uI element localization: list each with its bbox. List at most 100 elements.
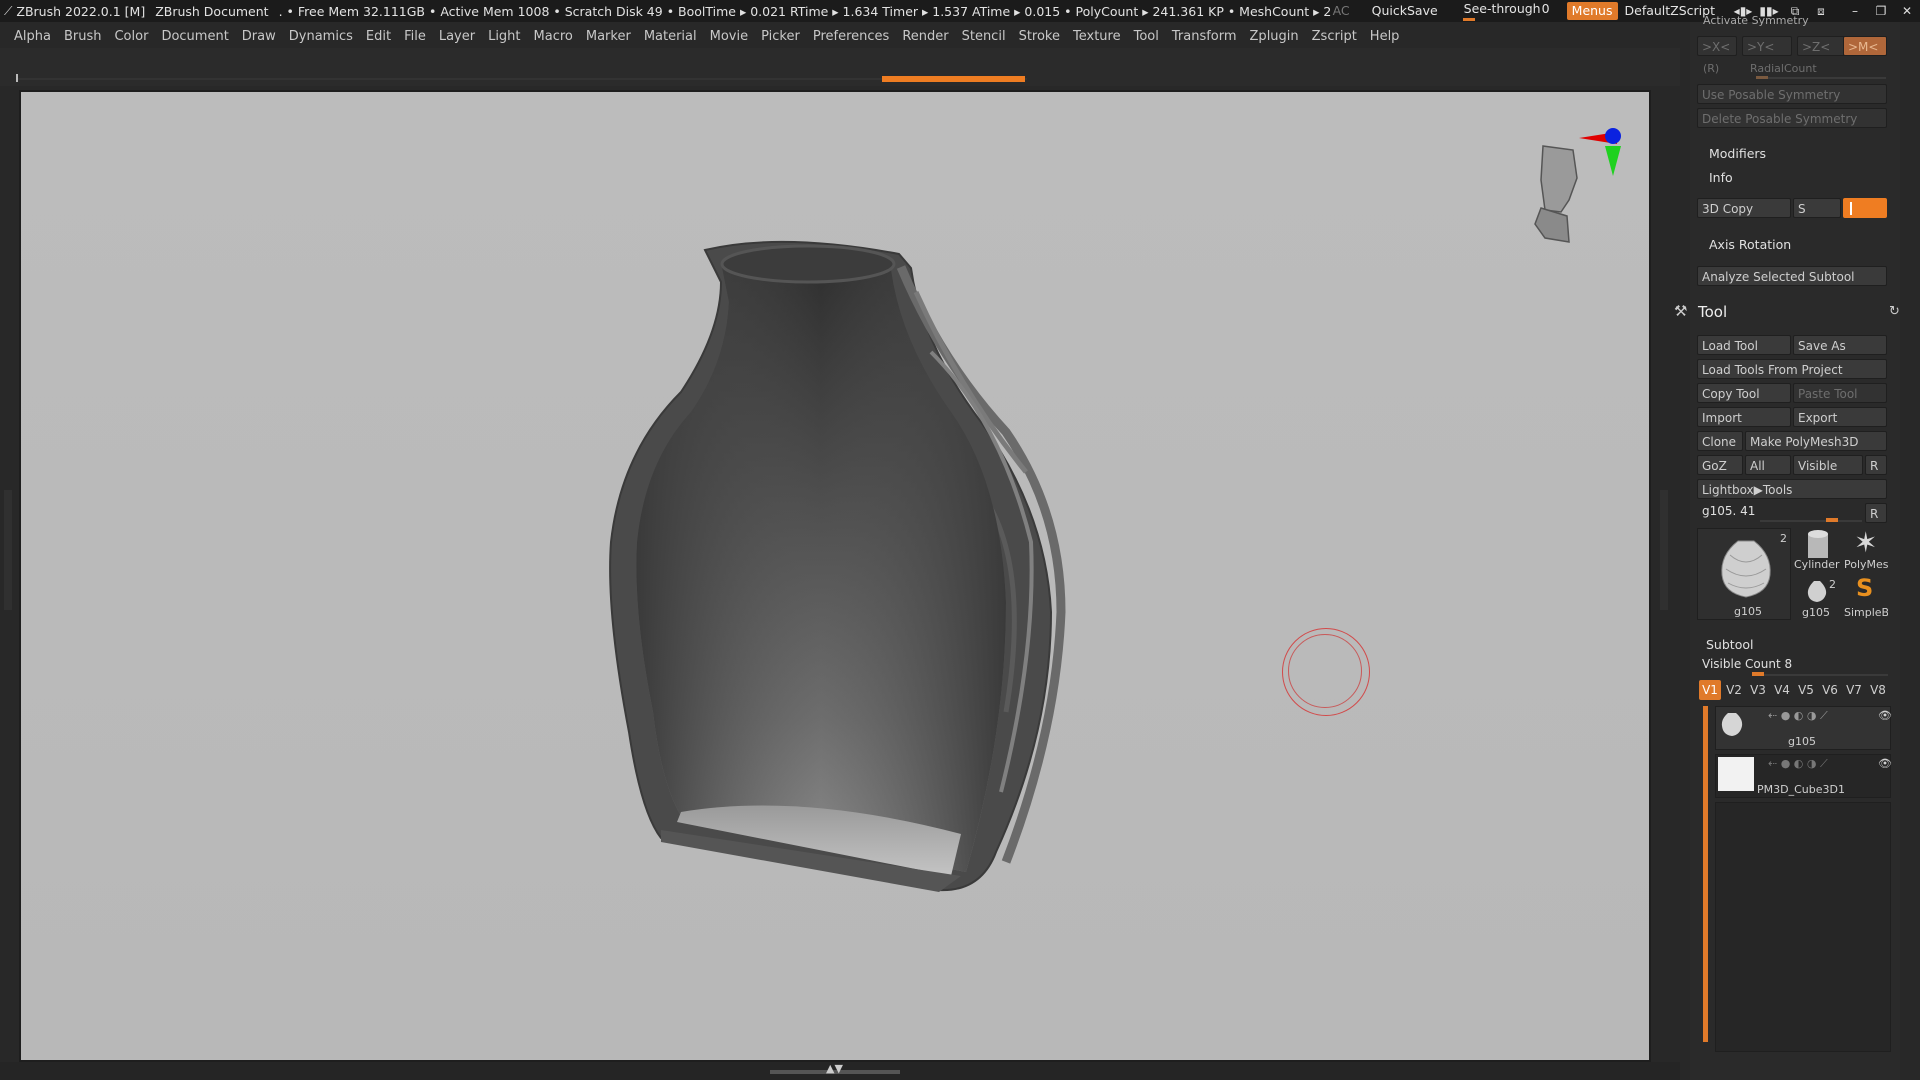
tool-slider[interactable]: g105. 41 bbox=[1702, 504, 1755, 518]
visible-count-slider[interactable]: Visible Count 8 bbox=[1702, 657, 1792, 671]
radial-r-label[interactable]: (R) bbox=[1703, 62, 1719, 75]
menu-material[interactable]: Material bbox=[644, 29, 697, 44]
refresh-icon[interactable]: ↻ bbox=[1889, 304, 1900, 319]
seethrough-fill bbox=[1462, 18, 1475, 21]
menu-zscript[interactable]: Zscript bbox=[1312, 29, 1357, 44]
simplebrush-tool-thumbnail[interactable]: S SimpleB bbox=[1842, 576, 1888, 620]
lightbox-tools-button[interactable]: Lightbox▶Tools bbox=[1697, 479, 1887, 499]
menu-preferences[interactable]: Preferences bbox=[813, 29, 889, 44]
analyze-selected-subtool-button[interactable]: Analyze Selected Subtool bbox=[1697, 266, 1887, 286]
menu-file[interactable]: File bbox=[404, 29, 426, 44]
cylinder-tool-thumbnail[interactable]: Cylinder bbox=[1794, 528, 1840, 572]
menu-tool[interactable]: Tool bbox=[1134, 29, 1159, 44]
eye-icon[interactable]: 👁 bbox=[1878, 709, 1892, 722]
close-icon[interactable]: ✕ bbox=[1894, 4, 1920, 18]
menu-render[interactable]: Render bbox=[902, 29, 948, 44]
radial-count-slider[interactable]: RadialCount bbox=[1750, 62, 1817, 75]
menu-brush[interactable]: Brush bbox=[64, 29, 102, 44]
menu-alpha[interactable]: Alpha bbox=[14, 29, 51, 44]
tab-v5[interactable]: V5 bbox=[1795, 680, 1817, 700]
tab-v7[interactable]: V7 bbox=[1843, 680, 1865, 700]
minimize-icon[interactable]: – bbox=[1842, 4, 1868, 18]
s-button[interactable]: S bbox=[1793, 198, 1841, 218]
quicksave-button[interactable]: QuickSave bbox=[1367, 2, 1443, 20]
menu-picker[interactable]: Picker bbox=[761, 29, 800, 44]
canvas-viewport[interactable] bbox=[19, 90, 1651, 1062]
paste-tool-button[interactable]: Paste Tool bbox=[1793, 383, 1887, 403]
right-tray-handle[interactable] bbox=[1660, 490, 1668, 610]
tab-v1[interactable]: V1 bbox=[1699, 680, 1721, 700]
subtool-icons[interactable]: ⇠ ● ◐ ◑ ⟋ bbox=[1768, 757, 1828, 771]
load-tools-from-project-button[interactable]: Load Tools From Project bbox=[1697, 359, 1887, 379]
subtool-section[interactable]: Subtool bbox=[1706, 637, 1753, 652]
ac-button[interactable]: AC bbox=[1328, 2, 1355, 20]
navigation-gizmo[interactable] bbox=[1501, 120, 1621, 250]
tab-v2[interactable]: V2 bbox=[1723, 680, 1745, 700]
top-shelf bbox=[0, 48, 1680, 86]
sym-m-button[interactable]: >M< bbox=[1843, 36, 1887, 56]
visible-count-fill bbox=[1752, 672, 1764, 676]
import-button[interactable]: Import bbox=[1697, 407, 1791, 427]
axis-rotation-section[interactable]: Axis Rotation bbox=[1709, 237, 1791, 252]
goz-visible-button[interactable]: Visible bbox=[1793, 455, 1863, 475]
menu-transform[interactable]: Transform bbox=[1172, 29, 1237, 44]
maximize-icon[interactable]: ❐ bbox=[1868, 4, 1894, 18]
menu-color[interactable]: Color bbox=[114, 29, 148, 44]
goz-r-button[interactable]: R bbox=[1865, 455, 1887, 475]
goz-button[interactable]: GoZ bbox=[1697, 455, 1743, 475]
tool-slider-r-button[interactable]: R bbox=[1865, 503, 1887, 523]
subtool-thumb-icon bbox=[1718, 757, 1754, 791]
menu-movie[interactable]: Movie bbox=[710, 29, 748, 44]
info-section[interactable]: Info bbox=[1709, 170, 1733, 185]
sym-x-button[interactable]: >X< bbox=[1697, 36, 1737, 56]
polymesh-tool-thumbnail[interactable]: ✶ PolyMes bbox=[1842, 528, 1888, 572]
tab-v8[interactable]: V8 bbox=[1867, 680, 1889, 700]
tool-palette-title[interactable]: Tool bbox=[1698, 303, 1727, 321]
menu-macro[interactable]: Macro bbox=[534, 29, 573, 44]
tab-v6[interactable]: V6 bbox=[1819, 680, 1841, 700]
ui-restore-icon[interactable]: ⧈ bbox=[1808, 4, 1834, 19]
eye-icon[interactable]: 👁 bbox=[1878, 757, 1892, 770]
export-button[interactable]: Export bbox=[1793, 407, 1887, 427]
subtool-icons[interactable]: ⇠ ● ◐ ◑ ⟋ bbox=[1768, 709, 1828, 723]
subtool-scrollbar[interactable] bbox=[1703, 706, 1708, 1042]
make-polymesh3d-button[interactable]: Make PolyMesh3D bbox=[1745, 431, 1887, 451]
sym-y-button[interactable]: >Y< bbox=[1742, 36, 1792, 56]
subtool-row[interactable]: ⇠ ● ◐ ◑ ⟋ 👁 g105 bbox=[1715, 706, 1892, 750]
menu-light[interactable]: Light bbox=[488, 29, 520, 44]
use-posable-symmetry-button[interactable]: Use Posable Symmetry bbox=[1697, 84, 1887, 104]
menu-stencil[interactable]: Stencil bbox=[962, 29, 1006, 44]
vase-model[interactable] bbox=[21, 92, 1649, 1060]
delete-posable-symmetry-button[interactable]: Delete Posable Symmetry bbox=[1697, 108, 1887, 128]
left-tray-handle[interactable] bbox=[4, 490, 12, 610]
menu-document[interactable]: Document bbox=[161, 29, 228, 44]
menu-draw[interactable]: Draw bbox=[242, 29, 276, 44]
tray-arrows-icon[interactable]: ▲▼ bbox=[826, 1062, 843, 1075]
activate-symmetry-label[interactable]: Activate Symmetry bbox=[1703, 14, 1809, 27]
seethrough-slider[interactable]: See-through 0 bbox=[1459, 1, 1557, 21]
copy-tool-button[interactable]: Copy Tool bbox=[1697, 383, 1791, 403]
tab-v4[interactable]: V4 bbox=[1771, 680, 1793, 700]
modifiers-section[interactable]: Modifiers bbox=[1709, 146, 1766, 161]
copy-toggle[interactable] bbox=[1843, 198, 1887, 218]
3d-copy-button[interactable]: 3D Copy bbox=[1697, 198, 1791, 218]
g105-tool-thumbnail[interactable]: 2 g105 bbox=[1794, 576, 1840, 620]
load-tool-button[interactable]: Load Tool bbox=[1697, 335, 1791, 355]
menus-toggle[interactable]: Menus bbox=[1566, 2, 1618, 20]
current-tool-thumbnail[interactable]: 2 g105 bbox=[1697, 528, 1791, 620]
menu-texture[interactable]: Texture bbox=[1073, 29, 1121, 44]
menu-layer[interactable]: Layer bbox=[439, 29, 475, 44]
subtool-row[interactable]: ⇠ ● ◐ ◑ ⟋ 👁 PM3D_Cube3D1 bbox=[1715, 754, 1892, 798]
menu-edit[interactable]: Edit bbox=[366, 29, 391, 44]
shelf-marker bbox=[16, 74, 18, 82]
goz-all-button[interactable]: All bbox=[1745, 455, 1791, 475]
sym-z-button[interactable]: >Z< bbox=[1797, 36, 1847, 56]
clone-button[interactable]: Clone bbox=[1697, 431, 1743, 451]
menu-marker[interactable]: Marker bbox=[586, 29, 631, 44]
menu-zplugin[interactable]: Zplugin bbox=[1250, 29, 1299, 44]
menu-stroke[interactable]: Stroke bbox=[1019, 29, 1060, 44]
menu-dynamics[interactable]: Dynamics bbox=[289, 29, 353, 44]
menu-help[interactable]: Help bbox=[1370, 29, 1400, 44]
save-as-button[interactable]: Save As bbox=[1793, 335, 1887, 355]
tab-v3[interactable]: V3 bbox=[1747, 680, 1769, 700]
